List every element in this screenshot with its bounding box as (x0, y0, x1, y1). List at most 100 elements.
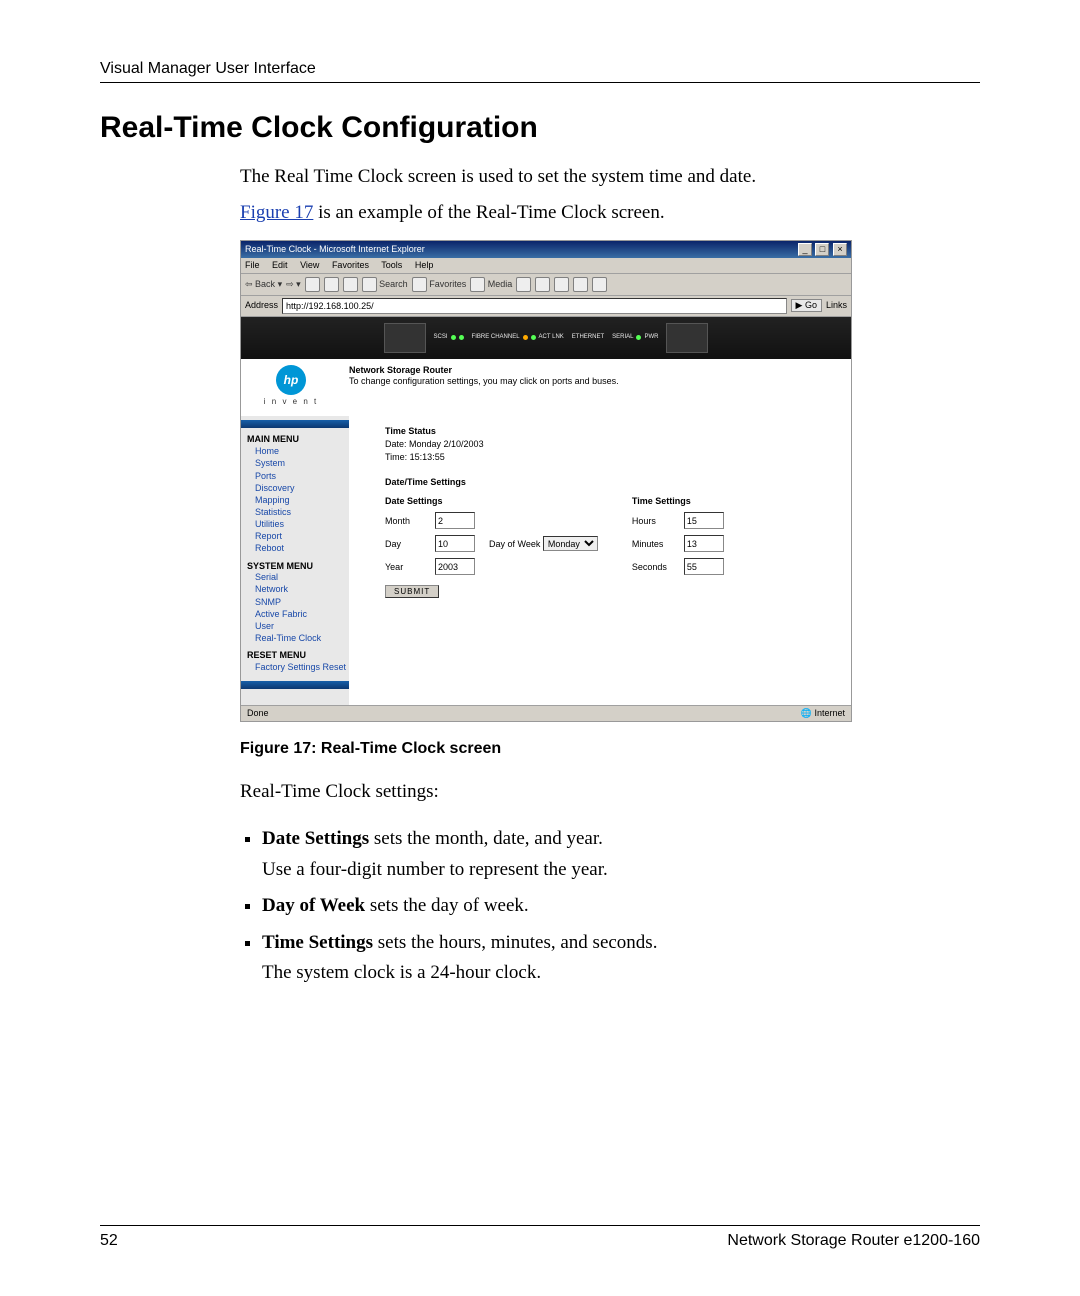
device-header-image: SCSI FIBRE CHANNEL ACT LNK ETHERNET (241, 317, 851, 359)
address-label: Address (245, 300, 278, 311)
address-bar: Address ▶ Go Links (241, 296, 851, 317)
time-line: Time: 15:13:55 (385, 452, 841, 463)
serial-label: SERIAL (612, 334, 633, 341)
fibre-label: FIBRE CHANNEL (472, 334, 520, 341)
sidebar-item-network[interactable]: Network (255, 583, 347, 595)
favorites-icon (412, 277, 427, 292)
sidebar-item-factory-reset[interactable]: Factory Settings Reset (255, 661, 347, 673)
settings-intro: Real-Time Clock settings: (240, 778, 980, 806)
window-controls: _ □ × (797, 243, 847, 256)
forward-button[interactable]: ⇨ ▾ (286, 279, 301, 290)
page-title: Real-Time Clock Configuration (100, 111, 980, 145)
minutes-input[interactable] (684, 535, 724, 552)
day-input[interactable] (435, 535, 475, 552)
sidebar-item-reboot[interactable]: Reboot (255, 542, 347, 554)
sidebar-item-user[interactable]: User (255, 620, 347, 632)
hours-input[interactable] (684, 512, 724, 529)
footer-rule (100, 1225, 980, 1226)
settings-list: Date Settings sets the month, date, and … (240, 824, 980, 988)
refresh-icon[interactable] (324, 277, 339, 292)
figure-caption: Figure 17: Real-Time Clock screen (240, 740, 980, 758)
sidebar-item-active-fabric[interactable]: Active Fabric (255, 608, 347, 620)
print-icon[interactable] (554, 277, 569, 292)
menu-edit[interactable]: Edit (272, 260, 288, 270)
figure-link[interactable]: Figure 17 (240, 202, 313, 223)
led-icon (459, 335, 464, 340)
submit-button[interactable]: SUBMIT (385, 585, 439, 598)
left-sidebar: MAIN MENU Home System Ports Discovery Ma… (241, 416, 349, 705)
rack-right-icon (666, 323, 708, 353)
menu-bar: File Edit View Favorites Tools Help (241, 258, 851, 274)
window-title: Real-Time Clock - Microsoft Internet Exp… (245, 244, 425, 255)
edit-icon[interactable] (573, 277, 588, 292)
history-icon[interactable] (516, 277, 531, 292)
close-button[interactable]: × (833, 243, 847, 256)
links-label[interactable]: Links (826, 300, 847, 311)
stop-icon[interactable] (305, 277, 320, 292)
menu-view[interactable]: View (300, 260, 319, 270)
media-icon (470, 277, 485, 292)
minutes-label: Minutes (632, 539, 684, 550)
sidebar-accent-bar (241, 420, 349, 428)
sidebar-item-mapping[interactable]: Mapping (255, 494, 347, 506)
ie-window: Real-Time Clock - Microsoft Internet Exp… (240, 240, 852, 722)
sidebar-item-system[interactable]: System (255, 457, 347, 469)
back-button[interactable]: ⇦ Back ▾ (245, 279, 282, 290)
system-menu-header: SYSTEM MENU (247, 561, 347, 572)
intro-p2: Figure 17 is an example of the Real-Time… (240, 199, 980, 227)
led-icon (636, 335, 641, 340)
menu-help[interactable]: Help (415, 260, 434, 270)
month-input[interactable] (435, 512, 475, 529)
main-panel: Time Status Date: Monday 2/10/2003 Time:… (349, 416, 851, 705)
doc-title: Network Storage Router e1200-160 (727, 1232, 980, 1250)
seconds-input[interactable] (684, 558, 724, 575)
page-content: SCSI FIBRE CHANNEL ACT LNK ETHERNET (241, 317, 851, 705)
router-subtext: To change configuration settings, you ma… (349, 376, 619, 387)
day-of-week-label: Day of Week (489, 539, 540, 550)
date-line: Date: Monday 2/10/2003 (385, 439, 841, 450)
year-label: Year (385, 562, 435, 573)
ethernet-label: ETHERNET (572, 334, 604, 341)
search-button[interactable]: Search (362, 277, 408, 292)
hp-logo-icon: hp (276, 365, 306, 395)
menu-favorites[interactable]: Favorites (332, 260, 369, 270)
date-settings-header: Date Settings (385, 496, 598, 507)
sidebar-item-report[interactable]: Report (255, 530, 347, 542)
date-time-settings-header: Date/Time Settings (385, 477, 841, 488)
sidebar-accent-bar (241, 681, 349, 689)
sidebar-item-serial[interactable]: Serial (255, 571, 347, 583)
go-button[interactable]: ▶ Go (791, 299, 822, 312)
status-zone: 🌐 Internet (801, 708, 845, 719)
window-titlebar: Real-Time Clock - Microsoft Internet Exp… (241, 241, 851, 258)
media-button[interactable]: Media (470, 277, 512, 292)
favorites-button[interactable]: Favorites (412, 277, 467, 292)
home-icon[interactable] (343, 277, 358, 292)
mail-icon[interactable] (535, 277, 550, 292)
sidebar-item-discovery[interactable]: Discovery (255, 482, 347, 494)
time-settings-header: Time Settings (632, 496, 724, 507)
minimize-button[interactable]: _ (798, 243, 812, 256)
sidebar-item-ports[interactable]: Ports (255, 470, 347, 482)
rack-left-icon (384, 323, 426, 353)
menu-file[interactable]: File (245, 260, 260, 270)
led-icon (523, 335, 528, 340)
header-rule (100, 82, 980, 83)
sidebar-item-utilities[interactable]: Utilities (255, 518, 347, 530)
sidebar-item-snmp[interactable]: SNMP (255, 596, 347, 608)
list-item: Day of Week sets the day of week. (262, 891, 980, 921)
router-heading: Network Storage Router (349, 365, 619, 376)
sidebar-item-real-time-clock[interactable]: Real-Time Clock (255, 632, 347, 644)
sidebar-item-statistics[interactable]: Statistics (255, 506, 347, 518)
main-menu-header: MAIN MENU (247, 434, 347, 445)
day-of-week-select[interactable]: Monday (543, 536, 598, 551)
sidebar-item-home[interactable]: Home (255, 445, 347, 457)
scsi-label: SCSI (434, 334, 448, 341)
address-input[interactable] (282, 298, 787, 314)
discuss-icon[interactable] (592, 277, 607, 292)
maximize-button[interactable]: □ (815, 243, 829, 256)
list-item: Date Settings sets the month, date, and … (262, 824, 980, 885)
menu-tools[interactable]: Tools (381, 260, 402, 270)
year-input[interactable] (435, 558, 475, 575)
invent-text: i n v e n t (241, 397, 341, 407)
list-item: Time Settings sets the hours, minutes, a… (262, 928, 980, 989)
